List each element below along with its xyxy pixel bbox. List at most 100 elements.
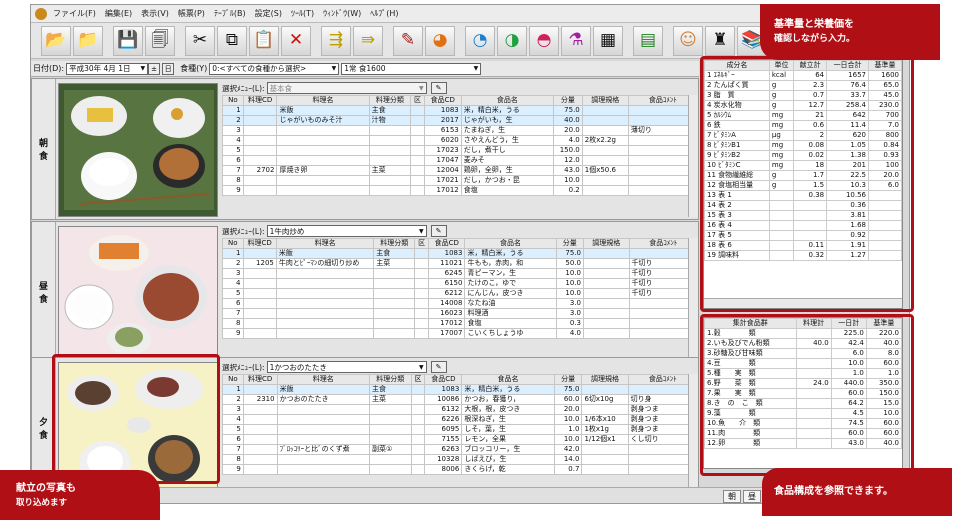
table-cell[interactable]: 10328 <box>424 454 463 465</box>
table-cell[interactable] <box>242 404 278 415</box>
table-row[interactable]: 8 10328 しばえび，生 14.0 <box>222 454 699 465</box>
table-row[interactable]: 1 米飯 主食 1083 米，精白米，うる 75.0 <box>222 248 699 259</box>
table-row[interactable]: 6 7155 レモン，全果 10.0 1/12個x1 くし切り <box>222 434 699 445</box>
table-cell[interactable]: 14.0 <box>553 454 583 465</box>
table-cell[interactable] <box>414 308 429 319</box>
breakfast-edit-icon[interactable]: ✎ <box>430 82 447 94</box>
table-cell[interactable] <box>410 394 426 405</box>
table-cell[interactable]: 米，精白米，うる <box>464 248 557 259</box>
table-cell[interactable]: 米，精白米，うる <box>460 105 554 116</box>
table-cell[interactable]: 8006 <box>424 464 463 475</box>
table-cell[interactable] <box>276 434 370 445</box>
table-cell[interactable] <box>410 185 425 196</box>
table-cell[interactable]: 6150 <box>427 278 466 289</box>
breakfast-menu-select[interactable]: 基本食 ▼ <box>266 82 427 94</box>
table-cell[interactable] <box>414 298 429 309</box>
col-header[interactable]: 料理分類 <box>373 238 416 249</box>
col-header[interactable]: 料理CD <box>242 95 278 106</box>
lunch-edit-icon[interactable]: ✎ <box>430 225 447 237</box>
table-cell[interactable]: 食塩 <box>460 185 554 196</box>
table-cell[interactable] <box>410 145 425 156</box>
table-cell[interactable] <box>582 258 630 269</box>
table-cell[interactable] <box>581 115 629 126</box>
table-row[interactable]: 3 6132 大根，根，皮つき 20.0 剥身つま <box>222 404 699 415</box>
tab-breakfast[interactable]: 朝 <box>723 490 741 503</box>
table-cell[interactable] <box>581 454 629 465</box>
table-cell[interactable] <box>581 464 629 475</box>
table-cell[interactable]: 10.0 <box>552 175 583 186</box>
table-cell[interactable] <box>242 145 278 156</box>
table-cell[interactable] <box>581 384 629 395</box>
table-cell[interactable]: 2 <box>222 115 244 126</box>
append-icon[interactable]: ⇛ <box>353 25 383 56</box>
table-cell[interactable] <box>581 125 629 136</box>
table-cell[interactable]: 6095 <box>424 424 463 435</box>
table-cell[interactable] <box>410 165 425 176</box>
calendar-icon[interactable]: ▦ <box>593 25 623 56</box>
col-header[interactable]: 料理CD <box>242 238 277 249</box>
table-cell[interactable]: 10.0 <box>555 278 584 289</box>
table-cell[interactable]: じゃがいものみそ汁 <box>276 115 370 126</box>
table-cell[interactable]: 1枚x1g <box>581 424 629 435</box>
table-cell[interactable] <box>242 125 278 136</box>
table-cell[interactable]: 2枚x2.2g <box>581 135 629 146</box>
table-row[interactable]: 8 17021 だし，かつお・昆 10.0 <box>222 175 699 186</box>
table-cell[interactable] <box>275 318 375 329</box>
table-cell[interactable]: 7 <box>222 165 244 176</box>
table-cell[interactable] <box>242 414 278 425</box>
col-header[interactable]: 分量 <box>555 238 584 249</box>
table-cell[interactable] <box>368 404 412 415</box>
table-cell[interactable] <box>242 135 278 146</box>
lunch-menu-select[interactable]: 1牛肉炒め ▼ <box>266 225 427 237</box>
table-cell[interactable]: 43.0 <box>552 165 583 176</box>
table-cell[interactable]: 1 <box>222 105 244 116</box>
table-cell[interactable]: 17021 <box>423 175 462 186</box>
table-row[interactable]: 7 16023 料理酒 3.0 <box>222 308 699 319</box>
table-cell[interactable]: 米飯 <box>276 384 370 395</box>
table-cell[interactable]: 鶏卵，全卵，生 <box>460 165 554 176</box>
save-icon[interactable]: 💾 <box>113 25 143 56</box>
table-cell[interactable]: 6 <box>222 298 244 309</box>
table-cell[interactable] <box>582 318 630 329</box>
table-cell[interactable]: 6153 <box>423 125 462 136</box>
table-cell[interactable]: 4 <box>222 414 244 425</box>
table-cell[interactable]: 6020 <box>423 135 462 146</box>
table-cell[interactable] <box>242 288 277 299</box>
table-cell[interactable] <box>582 308 630 319</box>
table-cell[interactable] <box>582 288 630 299</box>
table-cell[interactable]: 2 <box>222 394 244 405</box>
table-cell[interactable]: 3 <box>222 404 244 415</box>
table-cell[interactable]: 7 <box>222 308 244 319</box>
table-cell[interactable]: 10.0 <box>555 268 584 279</box>
table-cell[interactable]: 副菜① <box>368 444 412 455</box>
col-header[interactable]: 食品CD <box>423 95 462 106</box>
today-button[interactable]: 日 <box>162 62 175 75</box>
menu-tools[interactable]: ﾂｰﾙ(T) <box>291 8 314 19</box>
table-cell[interactable]: 8 <box>222 454 244 465</box>
table-cell[interactable]: 根深ねぎ，生 <box>461 414 555 425</box>
table-row[interactable]: 4 6226 根深ねぎ，生 10.0 1/6本x10 剥身つま <box>222 414 699 425</box>
table-cell[interactable]: 6212 <box>427 288 466 299</box>
table-cell[interactable]: 8 <box>222 318 244 329</box>
table-cell[interactable]: かつおのたたき <box>276 394 370 405</box>
table-cell[interactable] <box>410 434 426 445</box>
table-cell[interactable]: 米飯 <box>275 248 375 259</box>
table-cell[interactable] <box>275 328 375 339</box>
table-cell[interactable] <box>276 175 370 186</box>
table-cell[interactable] <box>373 328 416 339</box>
table-row[interactable]: 1 米飯 主食 1083 米，精白米，うる 75.0 <box>222 384 699 395</box>
table-cell[interactable] <box>276 145 370 156</box>
table-cell[interactable]: 2 <box>222 258 244 269</box>
table-row[interactable]: 8 17012 食塩 0.3 <box>222 318 699 329</box>
col-header[interactable]: 料理分類 <box>368 95 412 106</box>
col-header[interactable]: 食品CD <box>424 374 463 385</box>
table-cell[interactable] <box>275 278 375 289</box>
table-cell[interactable] <box>368 175 412 186</box>
table-cell[interactable] <box>276 135 370 146</box>
table-cell[interactable] <box>242 175 278 186</box>
table-cell[interactable]: 10.0 <box>555 288 584 299</box>
table-cell[interactable] <box>276 125 370 136</box>
table-cell[interactable] <box>582 328 630 339</box>
table-cell[interactable]: 青ピーマン，生 <box>464 268 557 279</box>
col-header[interactable]: 調理規格 <box>581 95 629 106</box>
